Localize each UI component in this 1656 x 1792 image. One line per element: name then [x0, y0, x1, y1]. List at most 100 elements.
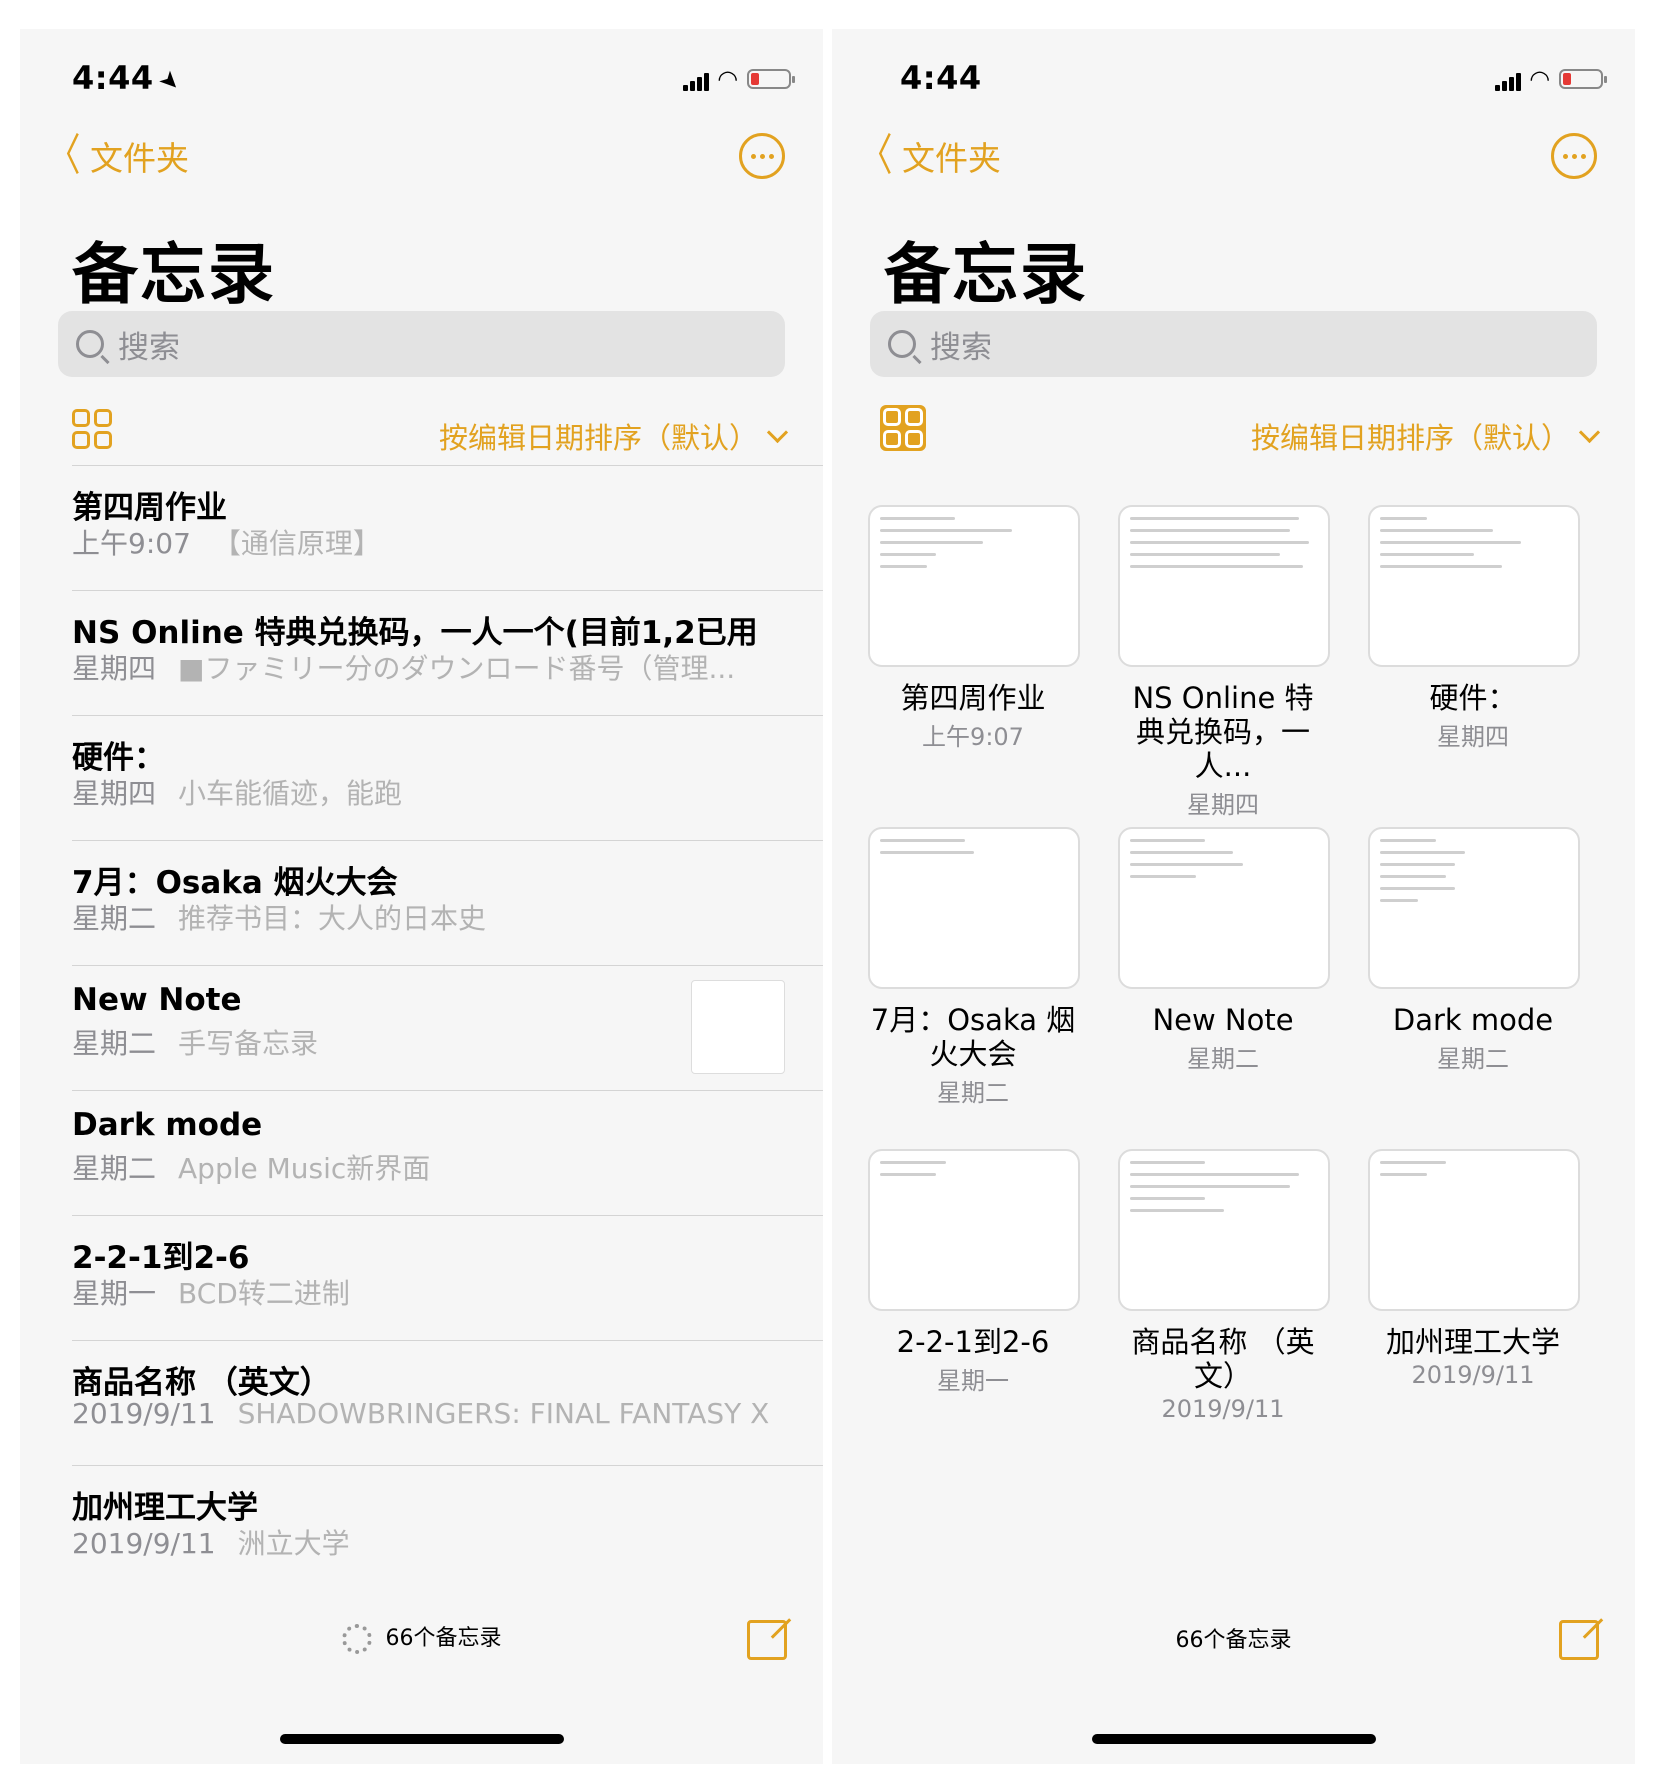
note-card[interactable]: Dark mode 星期二 — [1368, 827, 1580, 1074]
more-options-button[interactable] — [1551, 133, 1597, 179]
note-title: 2-2-1到2-6 — [72, 1240, 250, 1276]
note-date: 星期四 — [1437, 723, 1509, 751]
note-row[interactable]: 加州理工大学 2019/9/11 洲立大学 — [72, 1465, 823, 1590]
note-preview: SHADOWBRINGERS: FINAL FANTASY XI... — [237, 1397, 772, 1430]
chevron-left-icon: 〈 — [47, 130, 81, 181]
note-date: 2019/9/11 — [1411, 1361, 1535, 1389]
note-card[interactable]: 第四周作业 上午9:07 — [868, 505, 1080, 752]
note-card[interactable]: 7月：Osaka 烟火大会 星期二 — [868, 827, 1080, 1108]
notes-gallery-screen: 4:44 ◠ 〈文件夹 备忘录 搜索 按编辑日期排序（默认） 第四周作业 上午9… — [832, 29, 1635, 1764]
sort-menu-button[interactable]: 按编辑日期排序（默认） — [1251, 415, 1601, 457]
note-date: 星期一 — [937, 1367, 1009, 1395]
note-card[interactable]: 2-2-1到2-6 星期一 — [868, 1149, 1080, 1396]
note-title: 7月：Osaka 烟火大会 — [72, 865, 398, 901]
note-title: 第四周作业 — [900, 681, 1046, 715]
status-icons: ◠ — [682, 65, 795, 93]
note-preview: 手写备忘录 — [178, 1027, 319, 1060]
note-title: 加州理工大学 — [1385, 1325, 1560, 1359]
note-row[interactable]: NS Online 特典兑换码，一人一个(目前1,2已用 星期四 ■ファミリー分の… — [72, 590, 823, 715]
note-row[interactable]: 商品名称 （英文） 2019/9/11 SHADOWBRINGERS: FINAL… — [72, 1340, 823, 1465]
gallery-view-button[interactable] — [72, 409, 112, 449]
note-title: 硬件： — [72, 740, 165, 776]
note-preview: 洲立大学 — [237, 1527, 350, 1560]
note-thumbnail — [1368, 827, 1580, 989]
note-row[interactable]: 2-2-1到2-6 星期一 BCD转二进制 — [72, 1215, 823, 1340]
note-date: 星期四 — [1187, 791, 1259, 819]
note-date: 星期二 — [1437, 1045, 1509, 1073]
location-arrow-icon: ➤ — [152, 63, 188, 99]
note-title: 7月：Osaka 烟火大会 — [870, 1003, 1076, 1071]
more-options-button[interactable] — [739, 133, 785, 179]
wifi-icon: ◠ — [718, 65, 737, 93]
notes-count: 66个备忘录 — [1175, 1628, 1292, 1653]
note-row[interactable]: Dark mode 星期二 Apple Music新界面 — [72, 1090, 823, 1215]
search-placeholder: 搜索 — [118, 329, 180, 366]
note-thumbnail — [1118, 1149, 1330, 1311]
note-title: Dark mode — [72, 1107, 263, 1143]
note-row[interactable]: 第四周作业 上午9:07 【通信原理】 — [72, 465, 823, 590]
notes-count-label: 66个备忘录 — [385, 1626, 502, 1651]
compose-note-button[interactable] — [747, 1620, 787, 1660]
note-title: NS Online 特典兑换码，一人... — [1132, 681, 1314, 783]
note-card[interactable]: 加州理工大学 2019/9/11 — [1368, 1149, 1580, 1389]
note-row[interactable]: 硬件： 星期四 小车能循迹，能跑 — [72, 715, 823, 840]
back-label: 文件夹 — [902, 139, 1001, 178]
note-card[interactable]: 商品名称 （英文） 2019/9/11 — [1118, 1149, 1330, 1423]
note-thumbnail — [868, 505, 1080, 667]
toolbar-background — [832, 1434, 1635, 1764]
note-date: 上午9:07 — [72, 527, 191, 560]
note-title: 商品名称 （英文） — [1131, 1325, 1315, 1393]
note-thumbnail — [1118, 827, 1330, 989]
note-date: 上午9:07 — [922, 723, 1024, 751]
note-title: 商品名称 （英文） — [72, 1365, 331, 1401]
search-field[interactable]: 搜索 — [58, 311, 785, 377]
note-date: 星期一 — [72, 1277, 157, 1310]
note-thumbnail — [1368, 1149, 1580, 1311]
note-card[interactable]: New Note 星期二 — [1118, 827, 1330, 1074]
note-thumbnail — [868, 1149, 1080, 1311]
battery-icon — [747, 69, 795, 89]
note-title: 加州理工大学 — [72, 1490, 258, 1526]
note-card[interactable]: 硬件： 星期四 — [1368, 505, 1580, 752]
back-to-folders-button[interactable]: 〈文件夹 — [42, 130, 190, 181]
compose-note-button[interactable] — [1559, 1620, 1599, 1660]
home-indicator[interactable] — [279, 1734, 564, 1744]
note-preview: 小车能循迹，能跑 — [178, 777, 403, 810]
sort-menu-button[interactable]: 按编辑日期排序（默认） — [439, 415, 789, 457]
note-row[interactable]: New Note 星期二 手写备忘录 — [72, 965, 823, 1090]
notes-list: 第四周作业 上午9:07 【通信原理】 NS Online 特典兑换码，一人一个(… — [72, 465, 823, 1590]
handwriting-thumbnail — [691, 980, 785, 1074]
note-date: 2019/9/11 — [1161, 1395, 1285, 1423]
notes-count: 66个备忘录 — [20, 1620, 823, 1654]
page-title: 备忘录 — [72, 236, 276, 313]
note-date: 星期二 — [937, 1079, 1009, 1107]
note-preview: 【通信原理】 — [212, 527, 381, 560]
back-to-folders-button[interactable]: 〈文件夹 — [854, 130, 1002, 181]
chevron-down-icon — [766, 421, 789, 443]
note-date: 星期二 — [1187, 1045, 1259, 1073]
chevron-left-icon: 〈 — [859, 130, 893, 181]
note-preview: BCD转二进制 — [178, 1277, 350, 1310]
note-title: 硬件： — [1429, 681, 1517, 715]
note-title: New Note — [72, 982, 242, 1018]
battery-icon — [1559, 69, 1607, 89]
note-title: 第四周作业 — [72, 490, 227, 526]
status-icons: ◠ — [1494, 65, 1607, 93]
status-time: 4:44 — [900, 59, 982, 97]
note-title: NS Online 特典兑换码，一人一个(目前1,2已用 — [72, 615, 758, 651]
note-thumbnail — [1118, 505, 1330, 667]
home-indicator[interactable] — [1091, 1734, 1376, 1744]
note-preview: Apple Music新界面 — [178, 1152, 431, 1185]
status-time: 4:44➤ — [72, 59, 188, 99]
note-card[interactable]: NS Online 特典兑换码，一人... 星期四 — [1118, 505, 1330, 820]
note-row[interactable]: 7月：Osaka 烟火大会 星期二 推荐书目：大人的日本史 — [72, 840, 823, 965]
search-placeholder: 搜索 — [930, 329, 992, 366]
note-date: 2019/9/11 — [72, 1527, 216, 1560]
note-date: 2019/9/11 — [72, 1397, 216, 1430]
search-field[interactable]: 搜索 — [870, 311, 1597, 377]
cellular-signal-icon — [682, 67, 709, 91]
wifi-icon: ◠ — [1530, 65, 1549, 93]
gallery-view-button[interactable] — [880, 405, 926, 451]
notes-list-screen: 4:44➤ ◠ 〈文件夹 备忘录 搜索 按编辑日期排序（默认） 第四周作业 上午… — [20, 29, 823, 1764]
cellular-signal-icon — [1494, 67, 1521, 91]
